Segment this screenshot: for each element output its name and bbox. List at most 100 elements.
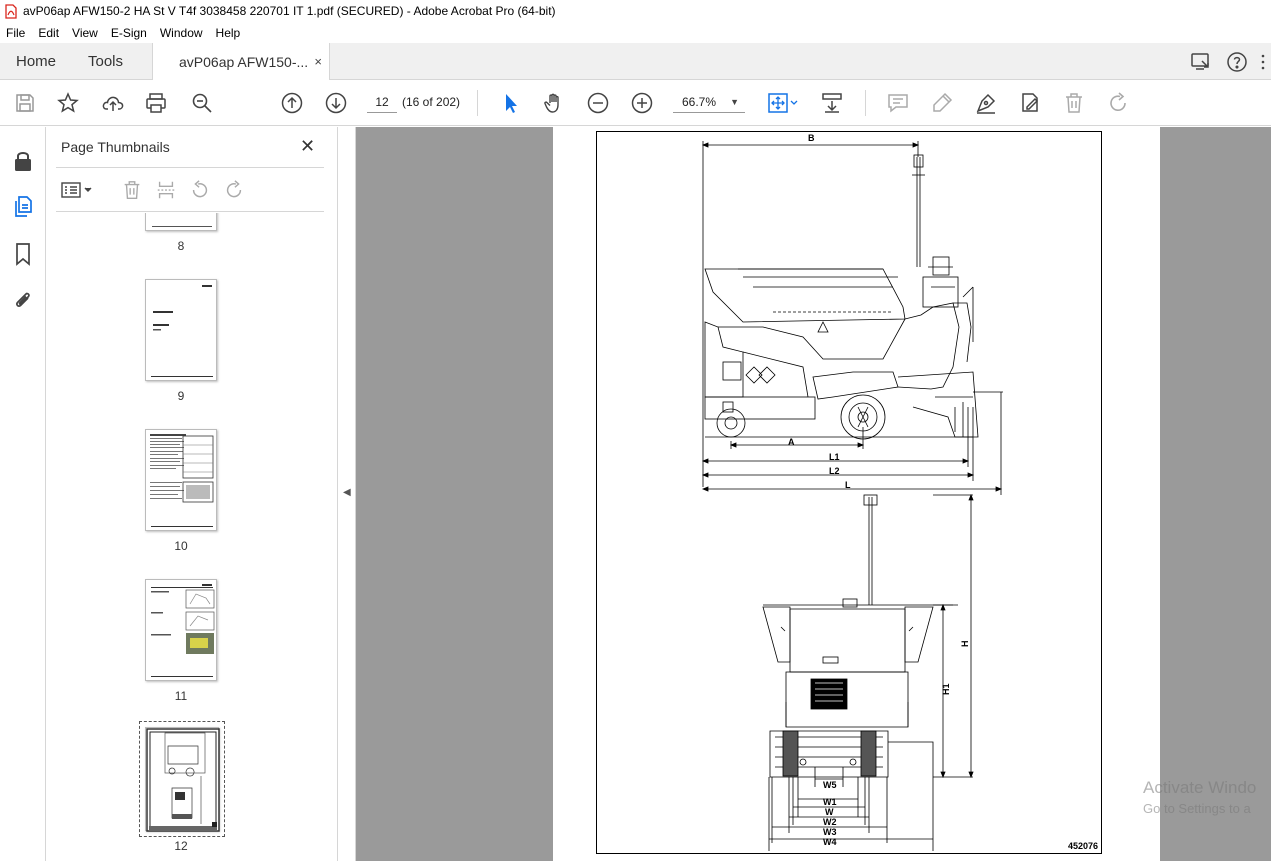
dim-label-l2: L2 [829, 466, 840, 476]
thumbnail-label-9: 9 [177, 389, 185, 403]
scroll-mode-button[interactable] [818, 89, 846, 117]
menu-esign[interactable]: E-Sign [111, 26, 147, 40]
zoom-value: 66.7% [682, 95, 717, 109]
zoom-select[interactable]: 66.7% ▼ [673, 91, 745, 113]
zoom-search-icon [192, 93, 212, 113]
tab-bar: Home Tools avP06ap AFW150-... × [0, 43, 1271, 81]
dim-label-l1: L1 [829, 452, 840, 462]
thumbnail-preview [146, 728, 220, 832]
toolbar-separator-2 [865, 90, 866, 116]
options-list-icon [61, 182, 92, 198]
page-count: (16 of 202) [402, 95, 461, 109]
highlight-icon [933, 92, 953, 112]
panel-divider-2 [56, 211, 324, 212]
menu-edit[interactable]: Edit [38, 26, 59, 40]
prev-page-icon [281, 92, 303, 114]
delete-button[interactable] [1060, 89, 1088, 117]
help-icon[interactable] [1219, 44, 1255, 80]
dim-label-a: A [788, 437, 795, 447]
thumbnail-page-10[interactable] [145, 429, 217, 531]
chevron-down-icon: ▼ [730, 97, 739, 107]
rotate-left-icon [192, 180, 208, 198]
tab-home[interactable]: Home [16, 43, 56, 80]
collapse-left-icon[interactable]: ◀ [343, 487, 351, 498]
menu-window[interactable]: Window [160, 26, 203, 40]
zoom-out-icon [587, 92, 609, 114]
find-button[interactable] [188, 89, 216, 117]
panel-close-icon[interactable]: ✕ [300, 136, 315, 157]
toolbar-separator [477, 90, 478, 116]
menu-file[interactable]: File [6, 26, 25, 40]
tab-tools[interactable]: Tools [88, 43, 123, 80]
document-viewer[interactable]: B A L1 L2 L H H1 W5 W1 W W2 W3 W4 452076 [356, 127, 1271, 861]
extract-pages-button[interactable] [153, 177, 179, 203]
sign-button[interactable] [972, 89, 1000, 117]
windows-activation-watermark: Activate Windo Go to Settings to a [1143, 778, 1256, 816]
rotate-left-button[interactable] [187, 177, 213, 203]
zoom-in-button[interactable] [628, 89, 656, 117]
tab-document-label: avP06ap AFW150-... [179, 54, 309, 70]
hand-icon [544, 93, 559, 113]
fit-page-button[interactable] [765, 89, 801, 117]
print-icon [146, 93, 166, 113]
dim-label-w1: W1 [823, 797, 837, 807]
fit-page-icon [768, 93, 798, 113]
comment-icon [888, 94, 908, 113]
watermark-line-2: Go to Settings to a [1143, 801, 1251, 816]
security-button[interactable] [10, 148, 36, 174]
scroll-mode-icon [822, 93, 842, 113]
tab-document[interactable]: avP06ap AFW150-... × [152, 43, 330, 81]
thumbnail-page-9[interactable] [145, 279, 217, 381]
highlight-button[interactable] [928, 89, 956, 117]
title-bar: avP06ap AFW150-2 HA St V T4f 3038458 220… [0, 0, 1271, 22]
thumbnail-page-8[interactable] [145, 213, 217, 231]
page-thumbnails-button[interactable] [10, 194, 36, 220]
bookmark-star-button[interactable] [54, 89, 82, 117]
thumbnail-options-button[interactable] [60, 177, 96, 203]
upload-button[interactable] [99, 89, 127, 117]
prev-page-button[interactable] [278, 89, 306, 117]
panel-collapse-strip[interactable]: ◀ [338, 127, 356, 861]
bookmark-icon [16, 243, 30, 266]
more-dots-icon[interactable] [1255, 44, 1271, 80]
edit-pdf-icon [1022, 93, 1039, 112]
zoom-out-button[interactable] [584, 89, 612, 117]
redo-icon [1110, 92, 1126, 111]
attachments-button[interactable] [10, 287, 36, 313]
share-screen-icon[interactable] [1183, 44, 1219, 80]
zoom-in-icon [631, 92, 653, 114]
delete-pages-button[interactable] [119, 177, 145, 203]
dim-label-w3: W3 [823, 827, 837, 837]
thumbnail-page-11[interactable] [145, 579, 217, 681]
watermark-line-1: Activate Windo [1143, 778, 1257, 797]
menu-help[interactable]: Help [216, 26, 241, 40]
redo-button[interactable] [1104, 89, 1132, 117]
thumbnail-preview [150, 434, 214, 527]
pdf-page: B A L1 L2 L H H1 W5 W1 W W2 W3 W4 452076 [553, 127, 1160, 861]
tab-close-icon[interactable]: × [314, 54, 322, 69]
save-button[interactable] [11, 89, 39, 117]
panel-toolbar [46, 175, 338, 205]
thumbnail-preview [151, 285, 213, 377]
technical-drawing: B A L1 L2 L H H1 W5 W1 W W2 W3 W4 [701, 133, 1003, 851]
select-tool-button[interactable] [496, 89, 524, 117]
thumbnail-page-12[interactable] [145, 727, 220, 832]
print-button[interactable] [142, 89, 170, 117]
upload-icon [102, 96, 124, 111]
select-cursor-icon [506, 94, 517, 113]
hand-tool-button[interactable] [540, 89, 568, 117]
tab-right-icons [1183, 43, 1271, 80]
edit-pdf-button[interactable] [1016, 89, 1044, 117]
rotate-right-button[interactable] [221, 177, 247, 203]
dim-label-w5: W5 [823, 780, 837, 790]
bookmarks-button[interactable] [10, 241, 36, 267]
menu-view[interactable]: View [72, 26, 98, 40]
comment-button[interactable] [884, 89, 912, 117]
left-rail [0, 127, 46, 861]
lock-icon [15, 152, 31, 171]
next-page-button[interactable] [322, 89, 350, 117]
menu-bar: File Edit View E-Sign Window Help [0, 22, 1271, 43]
attachment-icon [16, 292, 30, 307]
sign-icon [976, 93, 996, 114]
page-number-input[interactable]: 12 [367, 91, 397, 113]
